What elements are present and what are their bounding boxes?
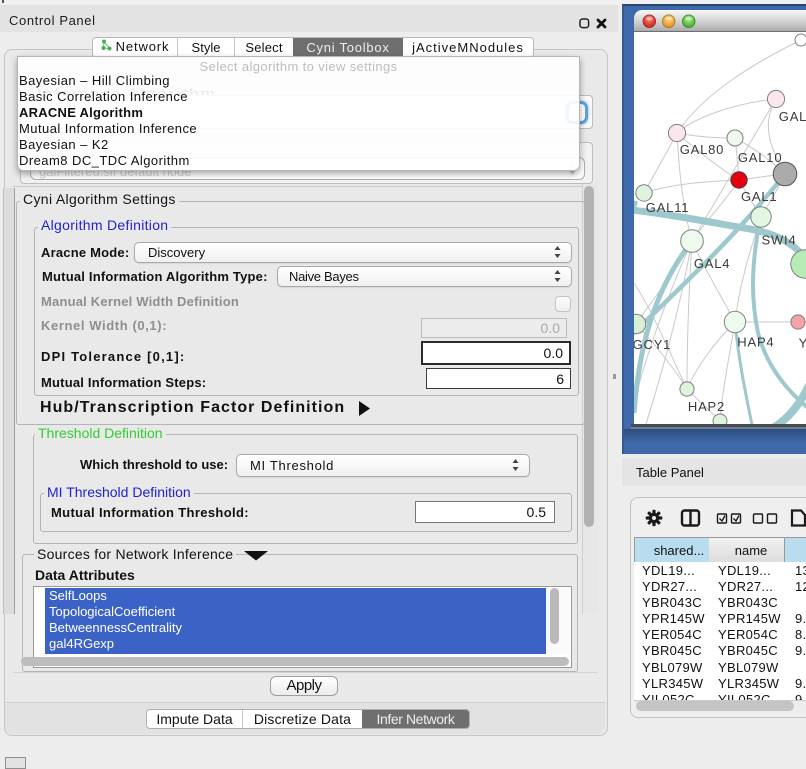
svg-text:SWI4: SWI4 [762,233,797,248]
svg-text:GCY1: GCY1 [634,337,671,352]
svg-text:GAL: GAL [779,109,806,124]
svg-text:GAL11: GAL11 [646,200,690,215]
svg-text:GAL10: GAL10 [738,150,782,165]
svg-text:Y: Y [799,335,806,350]
svg-text:GAL1: GAL1 [741,189,777,204]
svg-text:HAP2: HAP2 [688,399,725,414]
svg-text:GAL80: GAL80 [680,142,724,157]
svg-text:HAP4: HAP4 [737,335,774,350]
svg-text:GAL4: GAL4 [694,256,730,271]
